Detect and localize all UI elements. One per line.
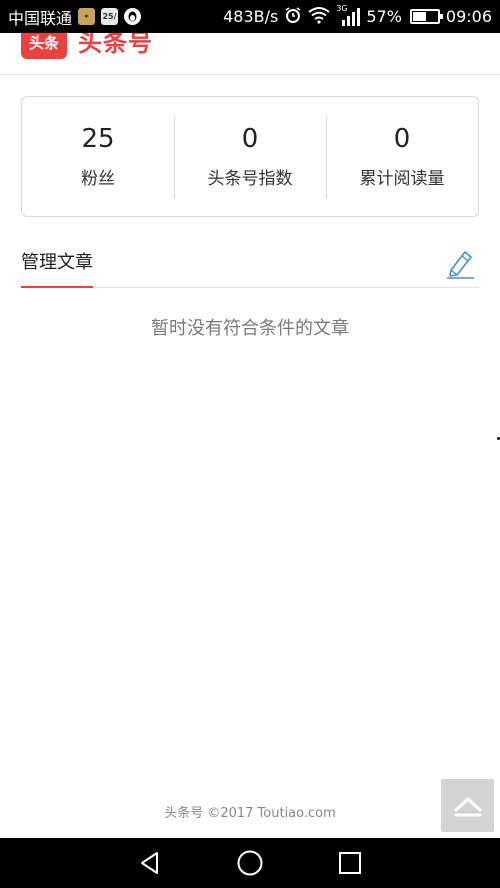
stat-value: 0 (241, 124, 259, 155)
stat-value: 0 (393, 124, 411, 155)
calendar-icon: 25/ (101, 8, 119, 25)
battery-icon (409, 9, 443, 24)
system-nav-bar (0, 838, 500, 888)
battery-percent: 57% (366, 7, 402, 26)
stat-fans[interactable]: 25 粉丝 (22, 115, 174, 199)
stat-label: 粉丝 (81, 168, 115, 189)
qq-icon (124, 8, 142, 25)
recent-apps-icon[interactable] (330, 843, 370, 883)
stat-label: 头条号指数 (207, 168, 293, 189)
stat-index[interactable]: 0 头条号指数 (174, 114, 326, 199)
empty-state-message: 暂时没有符合条件的文章 (151, 318, 349, 339)
network-speed: 483B/s (223, 7, 279, 26)
alarm-icon (284, 6, 302, 28)
status-right: 483B/s 3G 57% 09:06 (223, 4, 492, 28)
stat-label: 累计阅读量 (359, 168, 445, 189)
status-left: 中国联通 ✦ 25/ (8, 5, 142, 29)
app-icon: ✦ (78, 8, 96, 25)
logo-badge[interactable]: 头条 (21, 33, 67, 59)
stats-card: 25 粉丝 0 头条号指数 0 累计阅读量 (21, 96, 479, 217)
manage-articles-section: 管理文章 (21, 240, 479, 288)
chevron-up-icon (454, 797, 481, 816)
stat-reads[interactable]: 0 累计阅读量 (326, 114, 478, 199)
battery-fill (412, 12, 426, 21)
carrier-name: 中国联通 (8, 8, 73, 28)
app-header: 头条 头条号 (0, 33, 500, 75)
tab-manage-articles[interactable]: 管理文章 (21, 248, 93, 288)
clock: 09:06 (445, 7, 492, 26)
wifi-icon (308, 6, 330, 28)
home-icon[interactable] (230, 843, 270, 883)
back-to-top-button[interactable] (441, 779, 494, 832)
logo-title[interactable]: 头条号 (78, 33, 153, 58)
pencil-icon[interactable] (443, 246, 477, 280)
status-bar: 中国联通 ✦ 25/ 483B/s 3G 57% 09:06 (0, 0, 500, 33)
back-icon[interactable] (130, 843, 170, 883)
stat-value: 25 (81, 124, 115, 155)
signal-icon: 3G (336, 4, 361, 27)
footer-copyright: 头条号 ©2017 Toutiao.com (164, 806, 336, 821)
